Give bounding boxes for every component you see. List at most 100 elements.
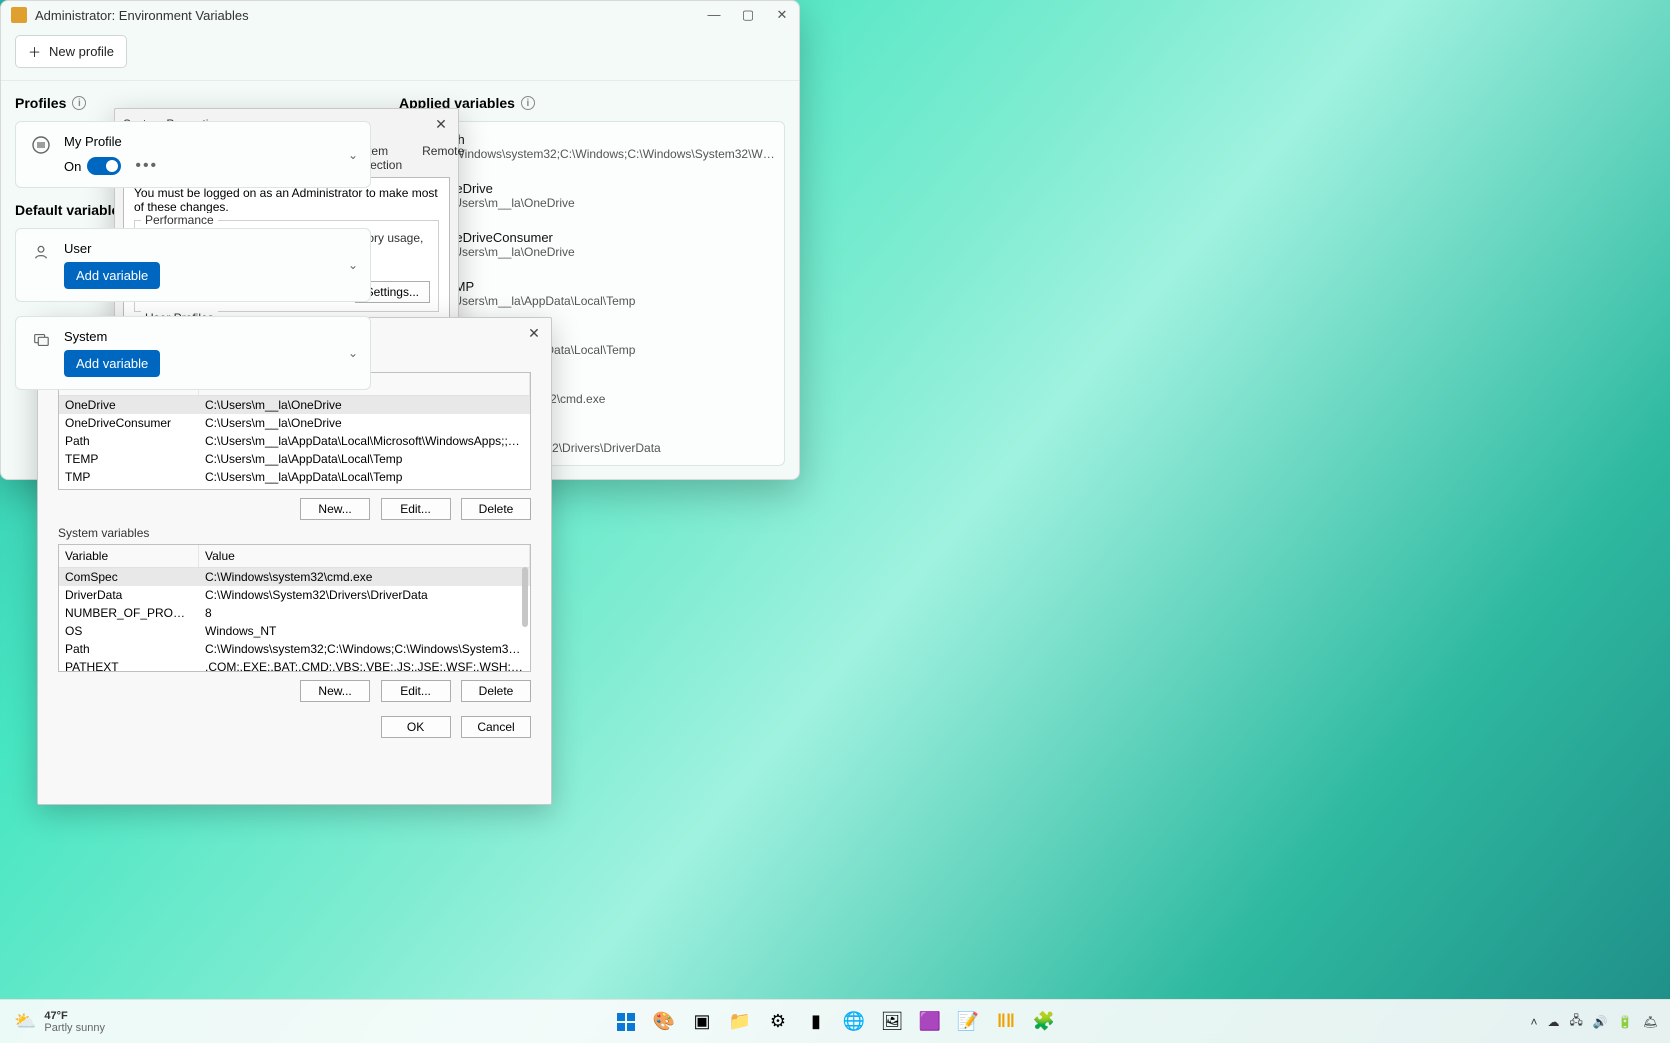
info-icon[interactable]: i	[521, 96, 535, 110]
task-view-icon[interactable]: ▣	[690, 1010, 714, 1034]
system-tray[interactable]: ˄ ☁ 🖧 🔊 🔋 🛎	[1530, 1011, 1658, 1032]
app-icon[interactable]: 🧩	[1032, 1010, 1056, 1034]
ok-button[interactable]: OK	[381, 716, 451, 738]
onedrive-icon[interactable]: ☁	[1547, 1015, 1559, 1029]
scrollbar[interactable]	[522, 567, 528, 627]
table-row[interactable]: PATHEXT.COM;.EXE;.BAT;.CMD;.VBS;.VBE;.JS…	[59, 658, 530, 672]
app-icon[interactable]: 🟪	[918, 1010, 942, 1034]
system-edit-button[interactable]: Edit...	[381, 680, 451, 702]
cell-value: C:\Windows\system32\cmd.exe	[199, 568, 530, 586]
table-row[interactable]: OneDriveConsumerC:\Users\m__la\OneDrive	[59, 414, 530, 432]
table-row[interactable]: TEMPC:\Users\m__la\AppData\Local\Temp	[59, 450, 530, 468]
chevron-down-icon[interactable]: ⌄	[348, 258, 358, 272]
chevron-down-icon[interactable]: ⌄	[348, 148, 358, 162]
cell-variable: ComSpec	[59, 568, 199, 586]
close-icon[interactable]: ✕	[430, 113, 452, 135]
cell-variable: Path	[59, 432, 199, 450]
cell-value: C:\Windows\System32\Drivers\DriverData	[199, 586, 530, 604]
more-icon[interactable]: •••	[135, 157, 158, 175]
user-new-button[interactable]: New...	[300, 498, 370, 520]
add-variable-button[interactable]: Add variable	[64, 262, 160, 289]
app-icon[interactable]: 🎨	[652, 1010, 676, 1034]
notification-icon[interactable]: 🛎	[1643, 1015, 1658, 1029]
table-row[interactable]: PathC:\Windows\system32;C:\Windows;C:\Wi…	[59, 640, 530, 658]
system-delete-button[interactable]: Delete	[461, 680, 531, 702]
table-row[interactable]: ComSpecC:\Windows\system32\cmd.exe	[59, 568, 530, 586]
variable-value: C:\Users\m__la\AppData\Local\Temp	[438, 294, 635, 308]
profile-icon	[30, 134, 52, 156]
table-row[interactable]: PathC:\Users\m__la\AppData\Local\Microso…	[59, 432, 530, 450]
col-variable[interactable]: Variable	[59, 545, 199, 567]
network-icon[interactable]: 🖧	[1569, 1011, 1582, 1032]
system-card[interactable]: System Add variable ⌄	[15, 316, 371, 390]
cell-value: Windows_NT	[199, 622, 530, 640]
chevron-down-icon[interactable]: ⌄	[348, 346, 358, 360]
chevron-up-icon[interactable]: ˄	[1530, 1015, 1537, 1029]
environment-variables-window[interactable]: Environment Variables ✕ User variables f…	[37, 317, 552, 805]
app-icon[interactable]: ‖‖	[994, 1010, 1018, 1034]
person-icon	[30, 241, 52, 263]
settings-icon[interactable]: ⚙	[766, 1010, 790, 1034]
app-icon	[11, 7, 27, 23]
new-profile-button[interactable]: ＋ New profile	[15, 35, 127, 68]
system-variables-table[interactable]: Variable Value ComSpecC:\Windows\system3…	[58, 544, 531, 672]
table-row[interactable]: TMPC:\Users\m__la\AppData\Local\Temp	[59, 468, 530, 486]
variable-value: C:\Windows\system32;C:\Windows;C:\Window…	[438, 147, 778, 161]
file-explorer-icon[interactable]: 📁	[728, 1010, 752, 1034]
card-title: User	[64, 241, 356, 256]
cell-value: .COM;.EXE;.BAT;.CMD;.VBS;.VBE;.JS;.JSE;.…	[199, 658, 530, 672]
minimize-icon[interactable]: —	[707, 7, 721, 23]
cell-variable: Path	[59, 640, 199, 658]
cancel-button[interactable]: Cancel	[461, 716, 531, 738]
volume-icon[interactable]: 🔊	[1593, 1015, 1608, 1029]
app-icon[interactable]: 🖼	[880, 1010, 904, 1034]
profile-card[interactable]: My Profile On ••• ⌄	[15, 121, 371, 188]
cell-variable: PATHEXT	[59, 658, 199, 672]
profile-name: My Profile	[64, 134, 356, 149]
weather-cond: Partly sunny	[44, 1022, 105, 1034]
user-edit-button[interactable]: Edit...	[381, 498, 451, 520]
variable-name: Path	[438, 132, 778, 147]
admin-note: You must be logged on as an Administrato…	[134, 186, 439, 214]
cell-variable: TMP	[59, 468, 199, 486]
cell-value: C:\Users\m__la\OneDrive	[199, 396, 530, 414]
close-icon[interactable]: ✕	[523, 322, 545, 344]
add-variable-button[interactable]: Add variable	[64, 350, 160, 377]
window-title: Administrator: Environment Variables	[35, 8, 249, 23]
weather-temp: 47°F	[44, 1010, 105, 1022]
close-icon[interactable]: ✕	[775, 7, 789, 23]
terminal-icon[interactable]: ▮	[804, 1010, 828, 1034]
taskbar[interactable]: ⛅ 47°F Partly sunny 🎨 ▣ 📁 ⚙ ▮ 🌐 🖼 🟪 📝 ‖‖…	[0, 999, 1670, 1043]
cell-value: C:\Users\m__la\OneDrive	[199, 414, 530, 432]
cell-variable: OS	[59, 622, 199, 640]
table-row[interactable]: OneDriveC:\Users\m__la\OneDrive	[59, 396, 530, 414]
user-card[interactable]: User Add variable ⌄	[15, 228, 371, 302]
cell-value: 8	[199, 604, 530, 622]
profile-toggle[interactable]	[87, 157, 121, 175]
battery-icon[interactable]: 🔋	[1618, 1015, 1633, 1029]
plus-icon: ＋	[28, 42, 41, 61]
taskbar-center: 🎨 ▣ 📁 ⚙ ▮ 🌐 🖼 🟪 📝 ‖‖ 🧩	[614, 1010, 1056, 1034]
profile-state: On	[64, 159, 81, 174]
maximize-icon[interactable]: ▢	[741, 7, 755, 23]
table-row[interactable]: OSWindows_NT	[59, 622, 530, 640]
cell-value: C:\Users\m__la\AppData\Local\Temp	[199, 450, 530, 468]
app-icon[interactable]: 📝	[956, 1010, 980, 1034]
window-titlebar[interactable]: Administrator: Environment Variables — ▢…	[1, 1, 799, 29]
tab-remote[interactable]: Remote	[415, 139, 471, 177]
info-icon[interactable]: i	[72, 96, 86, 110]
variable-name: TEMP	[438, 279, 635, 294]
user-delete-button[interactable]: Delete	[461, 498, 531, 520]
cell-variable: OneDrive	[59, 396, 199, 414]
cell-variable: OneDriveConsumer	[59, 414, 199, 432]
system-icon	[30, 329, 52, 351]
edge-icon[interactable]: 🌐	[842, 1010, 866, 1034]
weather-widget[interactable]: ⛅ 47°F Partly sunny	[14, 1010, 105, 1034]
start-icon[interactable]	[614, 1010, 638, 1034]
cell-variable: TEMP	[59, 450, 199, 468]
cell-value: C:\Users\m__la\AppData\Local\Temp	[199, 468, 530, 486]
system-new-button[interactable]: New...	[300, 680, 370, 702]
table-row[interactable]: NUMBER_OF_PROCESSORS8	[59, 604, 530, 622]
table-row[interactable]: DriverDataC:\Windows\System32\Drivers\Dr…	[59, 586, 530, 604]
col-value[interactable]: Value	[199, 545, 530, 567]
